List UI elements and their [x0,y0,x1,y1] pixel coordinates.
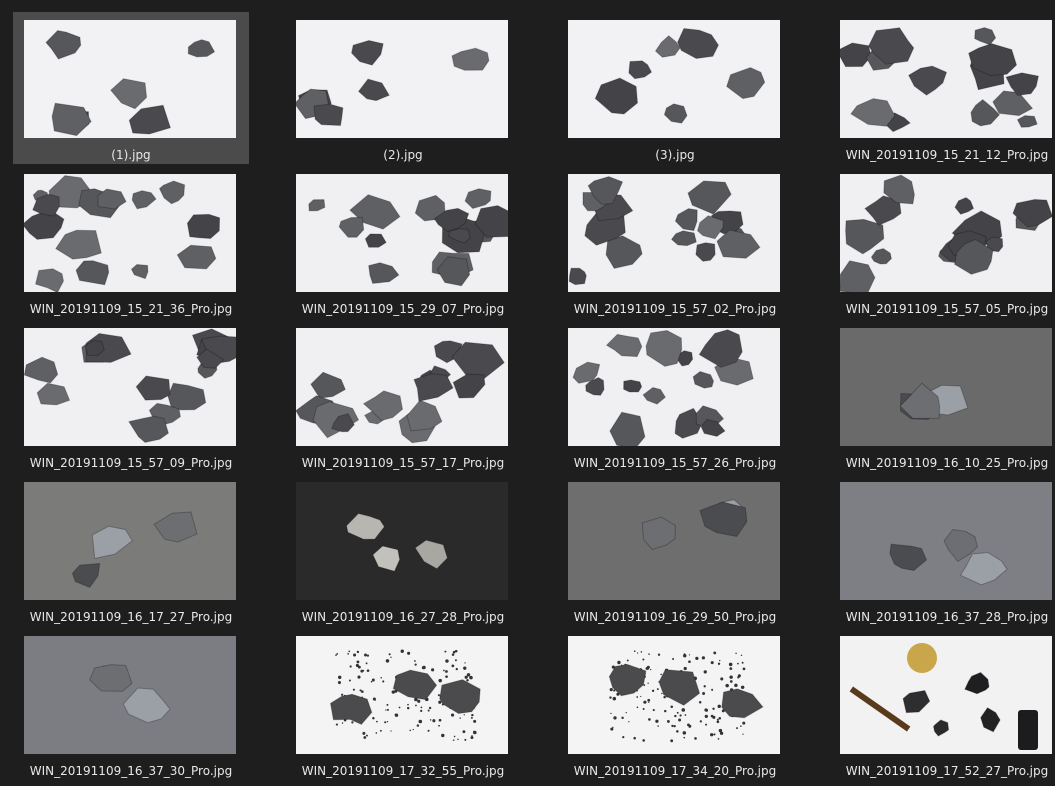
file-thumbnail-item[interactable]: WIN_20191109_17_52_27_Pro.jpg [829,628,1055,780]
file-thumbnail-item[interactable]: WIN_20191109_16_27_28_Pro.jpg [285,474,521,626]
file-name-label[interactable]: WIN_20191109_16_27_28_Pro.jpg [285,610,521,624]
image-preview-graphic [568,20,780,138]
image-preview-graphic [24,174,236,292]
file-name-label[interactable]: (1).jpg [13,148,249,162]
image-preview-graphic [568,174,780,292]
image-preview-graphic [568,482,780,600]
image-preview-graphic [296,636,508,754]
image-preview[interactable] [296,636,508,754]
image-preview[interactable] [840,20,1052,138]
image-preview[interactable] [296,482,508,600]
image-preview-graphic [840,636,1052,754]
file-name-label[interactable]: WIN_20191109_16_37_30_Pro.jpg [13,764,249,778]
file-thumbnail-item[interactable]: WIN_20191109_15_57_05_Pro.jpg [829,166,1055,318]
image-preview[interactable] [24,636,236,754]
image-preview[interactable] [296,328,508,446]
file-name-label[interactable]: WIN_20191109_16_17_27_Pro.jpg [13,610,249,624]
file-thumbnail-item[interactable]: WIN_20191109_15_57_02_Pro.jpg [557,166,793,318]
file-thumbnail-item[interactable]: WIN_20191109_17_32_55_Pro.jpg [285,628,521,780]
file-thumbnail-item[interactable]: (1).jpg [13,12,249,164]
file-name-label[interactable]: WIN_20191109_15_57_17_Pro.jpg [285,456,521,470]
file-name-label[interactable]: WIN_20191109_15_57_02_Pro.jpg [557,302,793,316]
file-name-label[interactable]: (3).jpg [557,148,793,162]
image-preview[interactable] [24,174,236,292]
file-name-label[interactable]: WIN_20191109_15_29_07_Pro.jpg [285,302,521,316]
image-preview-graphic [840,328,1052,446]
file-thumbnail-item[interactable]: WIN_20191109_16_29_50_Pro.jpg [557,474,793,626]
image-preview-graphic [24,328,236,446]
image-preview-graphic [840,20,1052,138]
file-thumbnail-item[interactable]: WIN_20191109_15_21_12_Pro.jpg [829,12,1055,164]
file-thumbnail-item[interactable]: WIN_20191109_16_17_27_Pro.jpg [13,474,249,626]
image-preview[interactable] [24,328,236,446]
image-preview[interactable] [568,328,780,446]
image-preview-graphic [296,482,508,600]
image-preview[interactable] [568,482,780,600]
file-name-label[interactable]: WIN_20191109_15_57_09_Pro.jpg [13,456,249,470]
file-thumbnail-item[interactable]: WIN_20191109_15_21_36_Pro.jpg [13,166,249,318]
image-preview-graphic [24,482,236,600]
file-name-label[interactable]: WIN_20191109_17_34_20_Pro.jpg [557,764,793,778]
image-preview-graphic [296,174,508,292]
image-preview-graphic [568,636,780,754]
image-preview-graphic [296,20,508,138]
file-thumbnail-item[interactable]: WIN_20191109_16_10_25_Pro.jpg [829,320,1055,472]
file-thumbnail-item[interactable]: WIN_20191109_17_34_20_Pro.jpg [557,628,793,780]
image-preview-graphic [296,328,508,446]
file-name-label[interactable]: WIN_20191109_15_21_36_Pro.jpg [13,302,249,316]
image-preview[interactable] [24,20,236,138]
image-preview[interactable] [568,20,780,138]
file-name-label[interactable]: WIN_20191109_15_57_05_Pro.jpg [829,302,1055,316]
image-preview[interactable] [568,174,780,292]
file-thumbnail-item[interactable]: WIN_20191109_15_57_09_Pro.jpg [13,320,249,472]
file-name-label[interactable]: (2).jpg [285,148,521,162]
file-name-label[interactable]: WIN_20191109_17_52_27_Pro.jpg [829,764,1055,778]
file-thumbnail-item[interactable]: WIN_20191109_16_37_28_Pro.jpg [829,474,1055,626]
image-preview-graphic [840,482,1052,600]
image-preview[interactable] [296,174,508,292]
image-preview[interactable] [24,482,236,600]
file-thumbnail-item[interactable]: (3).jpg [557,12,793,164]
file-name-label[interactable]: WIN_20191109_16_37_28_Pro.jpg [829,610,1055,624]
file-thumbnail-grid: (1).jpg (2).jpg (3).jpg WIN_20191109_15_21_… [0,0,1055,786]
image-preview-graphic [24,20,236,138]
file-name-label[interactable]: WIN_20191109_16_29_50_Pro.jpg [557,610,793,624]
image-preview[interactable] [296,20,508,138]
file-thumbnail-item[interactable]: WIN_20191109_15_29_07_Pro.jpg [285,166,521,318]
file-name-label[interactable]: WIN_20191109_15_57_26_Pro.jpg [557,456,793,470]
file-thumbnail-item[interactable]: WIN_20191109_15_57_17_Pro.jpg [285,320,521,472]
image-preview[interactable] [840,482,1052,600]
image-preview[interactable] [568,636,780,754]
image-preview-graphic [24,636,236,754]
file-name-label[interactable]: WIN_20191109_16_10_25_Pro.jpg [829,456,1055,470]
image-preview-graphic [568,328,780,446]
file-name-label[interactable]: WIN_20191109_17_32_55_Pro.jpg [285,764,521,778]
file-thumbnail-item[interactable]: WIN_20191109_15_57_26_Pro.jpg [557,320,793,472]
image-preview[interactable] [840,636,1052,754]
image-preview[interactable] [840,174,1052,292]
file-name-label[interactable]: WIN_20191109_15_21_12_Pro.jpg [829,148,1055,162]
image-preview[interactable] [840,328,1052,446]
file-thumbnail-item[interactable]: WIN_20191109_16_37_30_Pro.jpg [13,628,249,780]
image-preview-graphic [840,174,1052,292]
file-thumbnail-item[interactable]: (2).jpg [285,12,521,164]
